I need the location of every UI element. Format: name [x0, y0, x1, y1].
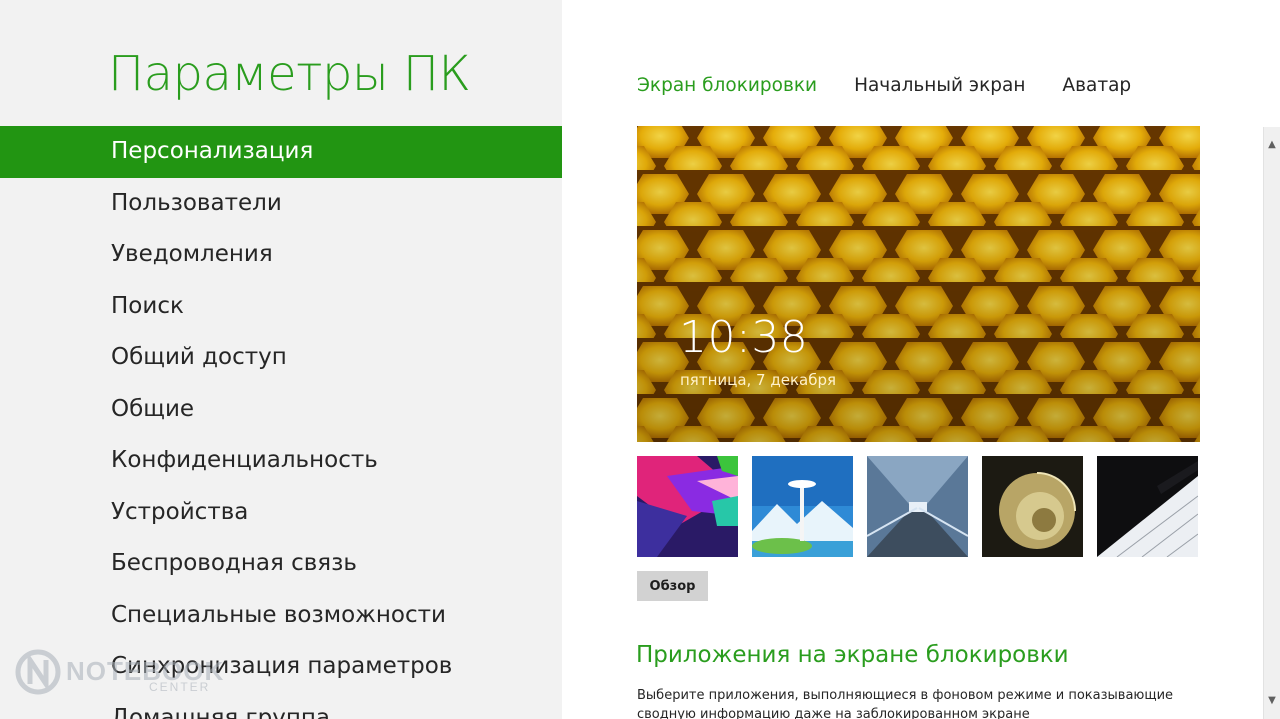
nav-item-privacy[interactable]: Конфиденциальность	[0, 435, 562, 487]
left-pane: Параметры ПК Персонализация Пользователи…	[0, 0, 562, 719]
wallpaper-thumbnails	[637, 456, 1198, 557]
wallpaper-thumbnail-nautilus[interactable]	[982, 456, 1083, 557]
page-title: Параметры ПК	[108, 46, 471, 102]
settings-nav: Персонализация Пользователи Уведомления …	[0, 126, 562, 719]
notebookcenter-logo-icon	[15, 649, 61, 695]
nav-item-devices[interactable]: Устройства	[0, 487, 562, 539]
nav-item-ease-of-access[interactable]: Специальные возможности	[0, 590, 562, 642]
personalization-tabs: Экран блокировки Начальный экран Аватар	[637, 75, 1131, 96]
nav-item-users[interactable]: Пользователи	[0, 178, 562, 230]
watermark-line2: CENTER	[149, 680, 211, 694]
nav-item-personalization[interactable]: Персонализация	[0, 126, 562, 178]
tab-start-screen[interactable]: Начальный экран	[854, 75, 1025, 96]
lock-screen-apps-description: Выберите приложения, выполняющиеся в фон…	[637, 688, 1174, 719]
lock-screen-date: пятница, 7 декабря	[680, 371, 837, 389]
notebookcenter-watermark: NOTEBOOK CENTER	[14, 638, 224, 708]
nav-item-wireless[interactable]: Беспроводная связь	[0, 538, 562, 590]
nav-item-sharing[interactable]: Общий доступ	[0, 332, 562, 384]
wallpaper-thumbnail-abstract[interactable]	[637, 456, 738, 557]
scroll-down-icon[interactable]: ▼	[1264, 691, 1280, 711]
wallpaper-thumbnail-space-needle[interactable]	[752, 456, 853, 557]
lock-screen-apps-heading: Приложения на экране блокировки	[636, 642, 1069, 668]
vertical-scrollbar[interactable]: ▲ ▼	[1263, 127, 1280, 719]
nav-item-notifications[interactable]: Уведомления	[0, 229, 562, 281]
lock-screen-time: 10:38	[679, 312, 809, 363]
browse-button[interactable]: Обзор	[637, 571, 708, 601]
tab-lock-screen[interactable]: Экран блокировки	[637, 75, 817, 96]
wallpaper-thumbnail-piano[interactable]	[1097, 456, 1198, 557]
honeycomb-wallpaper	[637, 126, 1200, 442]
tab-avatar[interactable]: Аватар	[1062, 75, 1131, 96]
nav-item-general[interactable]: Общие	[0, 384, 562, 436]
lock-screen-preview: 10:38 пятница, 7 декабря	[637, 126, 1200, 442]
scroll-up-icon[interactable]: ▲	[1264, 135, 1280, 155]
nav-item-search[interactable]: Поиск	[0, 281, 562, 333]
wallpaper-thumbnail-light-tunnel[interactable]	[867, 456, 968, 557]
